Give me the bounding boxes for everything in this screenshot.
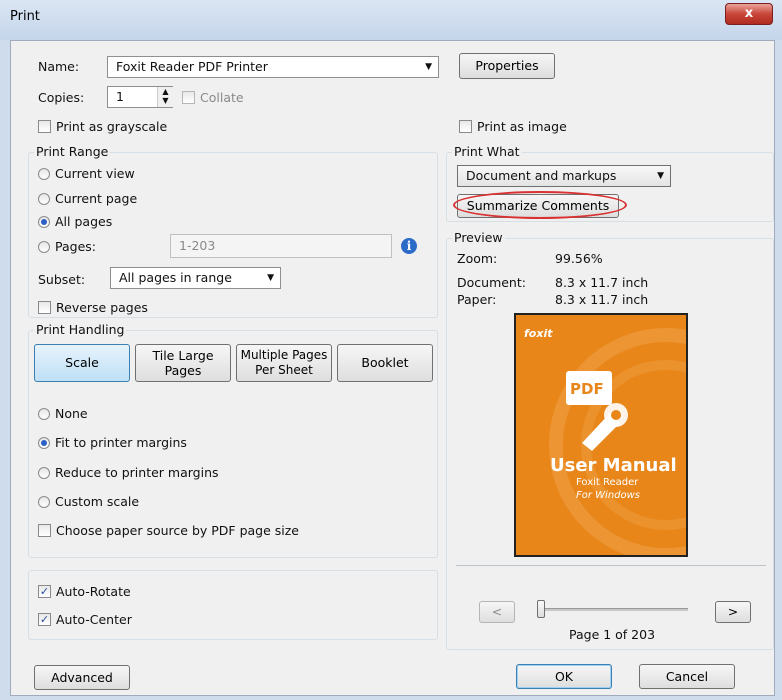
printer-name-value: Foxit Reader PDF Printer: [116, 59, 268, 74]
spin-arrows-icon[interactable]: ▲ ▼: [157, 87, 173, 107]
printer-name-dropdown[interactable]: Foxit Reader PDF Printer ▼: [107, 56, 439, 78]
multiple-pages-line1: Multiple Pages: [240, 348, 328, 362]
none-radio[interactable]: [38, 408, 50, 420]
multiple-pages-line2: Per Sheet: [255, 363, 313, 377]
grayscale-label: Print as grayscale: [56, 119, 168, 134]
document-size-label: Document:: [457, 275, 526, 290]
print-as-image-label: Print as image: [477, 119, 567, 134]
print-range-title: Print Range: [34, 144, 111, 159]
printer-name-label: Name:: [38, 59, 80, 74]
next-page-button[interactable]: >: [715, 601, 751, 623]
tile-large-pages-line1: Tile Large: [152, 348, 214, 363]
copies-label: Copies:: [38, 90, 85, 105]
chevron-down-icon: ▼: [425, 62, 432, 72]
print-what-value: Document and markups: [466, 168, 617, 183]
fit-margins-radio[interactable]: [38, 437, 50, 449]
auto-center-label: Auto-Center: [56, 612, 132, 627]
info-icon[interactable]: i: [401, 238, 417, 254]
chevron-down-icon: ▼: [657, 171, 664, 181]
tile-large-pages-line2: Pages: [164, 363, 202, 378]
window-title-bar: Print x: [0, 0, 782, 40]
none-label: None: [55, 406, 88, 421]
current-view-label: Current view: [55, 166, 135, 181]
zoom-label: Zoom:: [457, 251, 498, 266]
print-what-dropdown[interactable]: Document and markups ▼: [457, 165, 671, 187]
copies-value: 1: [116, 89, 124, 104]
page-slider-thumb[interactable]: [537, 600, 545, 618]
cover-subtitle-2: For Windows: [576, 490, 641, 501]
paper-source-label: Choose paper source by PDF page size: [56, 523, 299, 538]
auto-options-group: [28, 570, 438, 640]
auto-rotate-label: Auto-Rotate: [56, 584, 131, 599]
all-pages-label: All pages: [55, 214, 113, 229]
pages-input[interactable]: 1-203: [170, 234, 392, 258]
pages-radio[interactable]: [38, 241, 50, 253]
current-view-radio[interactable]: [38, 168, 50, 180]
properties-button[interactable]: Properties: [459, 53, 555, 79]
advanced-button[interactable]: Advanced: [34, 665, 130, 690]
ok-button[interactable]: OK: [516, 664, 612, 689]
zoom-value: 99.56%: [555, 251, 603, 266]
cover-brand: foxit: [524, 327, 553, 340]
paper-size-value: 8.3 x 11.7 inch: [555, 292, 649, 307]
paper-size-label: Paper:: [457, 292, 497, 307]
current-page-radio[interactable]: [38, 193, 50, 205]
preview-thumbnail: foxit PDF User Manual Foxit Reader For W…: [514, 313, 688, 557]
auto-center-checkbox[interactable]: ✓: [38, 613, 51, 626]
window-title: Print: [10, 9, 40, 24]
reduce-margins-label: Reduce to printer margins: [55, 465, 219, 480]
print-as-image-checkbox[interactable]: [459, 120, 472, 133]
cover-title: User Manual: [550, 455, 677, 476]
print-handling-title: Print Handling: [34, 322, 127, 337]
paper-source-checkbox[interactable]: [38, 524, 51, 537]
custom-scale-label: Custom scale: [55, 494, 140, 509]
collate-checkbox[interactable]: [182, 91, 195, 104]
preview-divider: [456, 565, 766, 566]
highlight-ellipse: [453, 191, 627, 219]
tile-large-pages-button[interactable]: Tile Large Pages: [135, 344, 231, 382]
subset-value: All pages in range: [119, 270, 232, 285]
pen-icon: [582, 403, 628, 451]
custom-scale-radio[interactable]: [38, 496, 50, 508]
pages-label: Pages:: [55, 239, 96, 254]
preview-title: Preview: [452, 230, 505, 245]
cancel-button[interactable]: Cancel: [639, 664, 735, 689]
cover-subtitle: Foxit Reader: [576, 477, 639, 488]
reverse-pages-checkbox[interactable]: [38, 301, 51, 314]
all-pages-radio[interactable]: [38, 216, 50, 228]
subset-dropdown[interactable]: All pages in range ▼: [110, 267, 281, 289]
reduce-margins-radio[interactable]: [38, 467, 50, 479]
scale-button[interactable]: Scale: [34, 344, 130, 382]
subset-label: Subset:: [38, 272, 86, 287]
grayscale-checkbox[interactable]: [38, 120, 51, 133]
booklet-button[interactable]: Booklet: [337, 344, 433, 382]
print-what-title: Print What: [452, 144, 522, 159]
auto-rotate-checkbox[interactable]: ✓: [38, 585, 51, 598]
current-page-label: Current page: [55, 191, 138, 206]
prev-page-button[interactable]: <: [479, 601, 515, 623]
fit-margins-label: Fit to printer margins: [55, 435, 187, 450]
page-indicator: Page 1 of 203: [569, 627, 656, 642]
close-button[interactable]: x: [725, 3, 773, 25]
reverse-pages-label: Reverse pages: [56, 300, 148, 315]
page-slider-track[interactable]: [541, 608, 688, 611]
multiple-pages-button[interactable]: Multiple Pages Per Sheet: [236, 344, 332, 382]
chevron-down-icon: ▼: [267, 273, 274, 283]
collate-label: Collate: [200, 90, 244, 105]
document-size-value: 8.3 x 11.7 inch: [555, 275, 649, 290]
